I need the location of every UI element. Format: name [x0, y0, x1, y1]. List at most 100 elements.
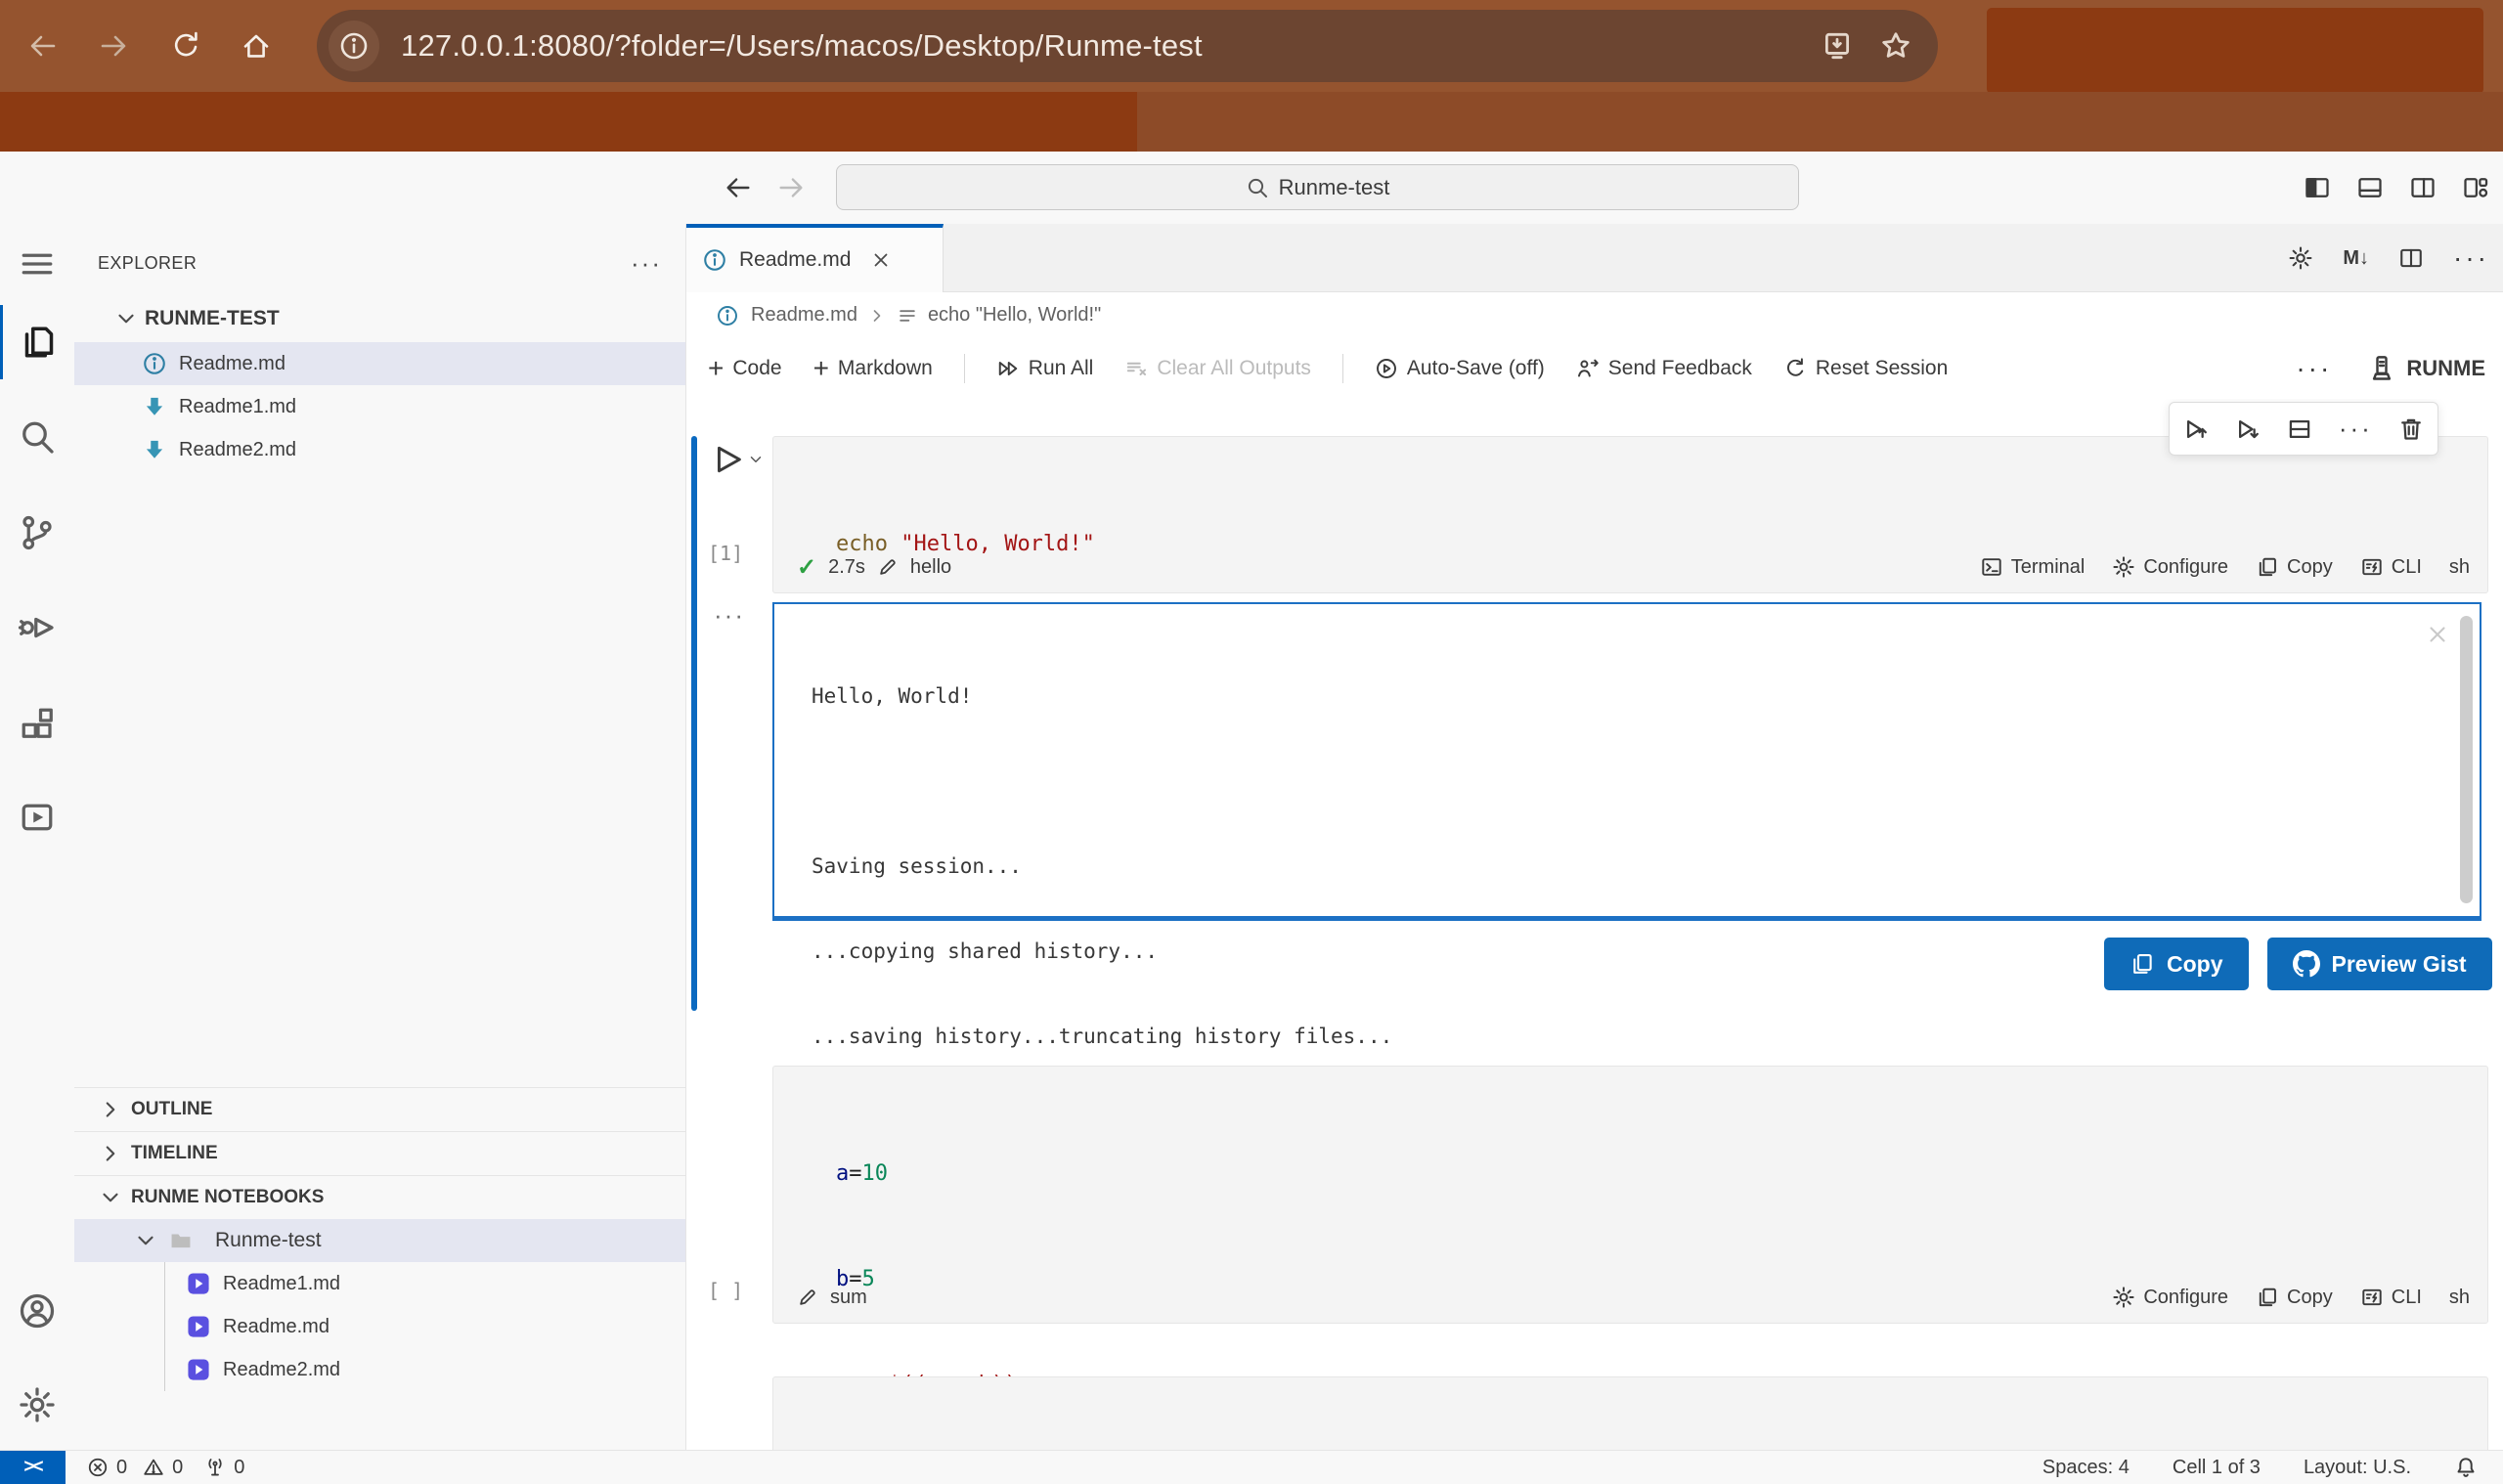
cell-language[interactable]: sh — [2449, 556, 2470, 579]
notebook-row-readme[interactable]: Readme.md — [74, 1305, 685, 1348]
keyboard-layout-indicator[interactable]: Layout: U.S. — [2304, 1457, 2411, 1479]
chevron-right-icon — [98, 1141, 123, 1166]
pencil-icon[interactable] — [797, 1287, 818, 1308]
toggle-secondary-sidebar-icon[interactable] — [2409, 174, 2437, 201]
cell-name[interactable]: sum — [830, 1287, 867, 1309]
activity-source-control[interactable] — [0, 496, 74, 570]
remote-indicator[interactable]: >< — [0, 1451, 66, 1484]
cli-button[interactable]: CLI — [2360, 1286, 2422, 1309]
bookmark-star-icon[interactable] — [1879, 29, 1912, 63]
autosave-toggle[interactable]: Auto-Save (off) — [1375, 357, 1545, 380]
menu-button[interactable] — [0, 227, 74, 301]
copy-cell-button[interactable]: Copy — [2256, 555, 2333, 579]
code-cell-2[interactable]: a=10 b=5 sum=$((a + b)) echo "Sum: $sum"… — [772, 1066, 2488, 1324]
configure-button[interactable]: Configure — [2112, 1286, 2228, 1309]
problems-indicator[interactable]: 0 0 — [87, 1457, 183, 1479]
indent-indicator[interactable]: Spaces: 4 — [2042, 1457, 2130, 1479]
activity-runme[interactable] — [0, 780, 74, 854]
explorer-more-button[interactable]: ··· — [631, 258, 662, 268]
run-cell-button[interactable] — [710, 442, 765, 477]
ports-indicator[interactable]: 0 — [204, 1457, 244, 1479]
editor-back-icon[interactable] — [724, 173, 753, 202]
copy-icon — [2130, 951, 2155, 977]
configure-button[interactable]: Configure — [2112, 555, 2228, 579]
runme-play-icon — [186, 1314, 211, 1339]
workspace-root-row[interactable]: RUNME-TEST — [74, 297, 685, 340]
output-scrollbar[interactable] — [2460, 616, 2473, 903]
customize-layout-icon[interactable] — [2462, 174, 2489, 201]
toggle-sidebar-icon[interactable] — [2304, 174, 2331, 201]
reset-session-button[interactable]: Reset Session — [1783, 357, 1948, 380]
outline-section[interactable]: OUTLINE — [74, 1088, 685, 1131]
cell-more-actions-icon[interactable]: ··· — [2339, 414, 2373, 444]
cli-button[interactable]: CLI — [2360, 555, 2422, 579]
output-more-button[interactable]: ··· — [714, 600, 745, 631]
editor-forward-icon[interactable] — [776, 173, 806, 202]
timeline-section[interactable]: TIMELINE — [74, 1132, 685, 1175]
activity-search[interactable] — [0, 400, 74, 474]
activity-extensions[interactable] — [0, 686, 74, 761]
activity-explorer[interactable] — [0, 305, 74, 379]
add-markdown-button[interactable]: + Markdown — [813, 357, 933, 380]
browser-chrome: 127.0.0.1:8080/?folder=/Users/macos/Desk… — [0, 0, 2503, 152]
gear-icon[interactable] — [2288, 245, 2313, 271]
browser-forward-button[interactable] — [92, 24, 135, 67]
file-row-readme1[interactable]: Readme1.md — [74, 385, 685, 428]
add-code-button[interactable]: + Code — [708, 357, 782, 380]
tab-readme[interactable]: Readme.md — [686, 224, 944, 292]
command-center-search[interactable]: Runme-test — [836, 164, 1799, 210]
browser-back-button[interactable] — [22, 24, 65, 67]
send-feedback-label: Send Feedback — [1608, 357, 1752, 380]
code-cell-3[interactable]: greet() { echo "Hello, $1!" — [772, 1376, 2488, 1450]
preview-gist-button[interactable]: Preview Gist — [2267, 938, 2492, 990]
bell-icon[interactable] — [2454, 1456, 2478, 1479]
cell-position-indicator[interactable]: Cell 1 of 3 — [2173, 1457, 2261, 1479]
breadcrumb-file[interactable]: Readme.md — [751, 304, 857, 327]
execute-below-icon[interactable] — [2234, 415, 2261, 443]
breadcrumb-cell[interactable]: echo "Hello, World!" — [928, 304, 1101, 327]
send-feedback-button[interactable]: Send Feedback — [1576, 357, 1752, 380]
open-as-markdown-button[interactable]: M↓ — [2343, 247, 2369, 270]
runme-notebooks-section[interactable]: RUNME NOTEBOOKS — [74, 1176, 685, 1219]
cell-name[interactable]: hello — [910, 556, 951, 579]
notebook-row-readme2[interactable]: Readme2.md — [74, 1348, 685, 1391]
pencil-icon[interactable] — [877, 556, 899, 578]
clear-outputs-button[interactable]: Clear All Outputs — [1124, 357, 1311, 380]
toggle-panel-icon[interactable] — [2356, 174, 2384, 201]
site-info-chip[interactable] — [329, 21, 379, 71]
cell-output-terminal[interactable]: Hello, World! Saving session... ...copyi… — [772, 602, 2481, 921]
copy-output-button[interactable]: Copy — [2104, 938, 2249, 990]
open-terminal-button[interactable]: Terminal — [1980, 555, 2086, 579]
execute-above-icon[interactable] — [2182, 415, 2210, 443]
chevron-down-icon[interactable] — [747, 451, 765, 468]
file-name: Readme2.md — [179, 439, 296, 461]
cell-code[interactable]: greet() { echo "Hello, $1!" — [836, 1397, 1082, 1450]
file-row-readme2[interactable]: Readme2.md — [74, 428, 685, 471]
settings-button[interactable] — [0, 1368, 74, 1442]
run-all-button[interactable]: Run All — [996, 357, 1094, 380]
toolbar-more-button[interactable]: ··· — [2296, 353, 2332, 384]
delete-cell-icon[interactable] — [2397, 415, 2425, 443]
cell-language[interactable]: sh — [2449, 1287, 2470, 1309]
split-cell-icon[interactable] — [2286, 415, 2313, 443]
browser-reload-button[interactable] — [164, 24, 207, 67]
file-row-readme[interactable]: Readme.md — [74, 342, 685, 385]
code-cell-1[interactable]: echo "Hello, World!" ✓ 2.7s hello — [772, 436, 2488, 593]
notebooks-folder-row[interactable]: Runme-test — [74, 1219, 685, 1262]
close-icon[interactable] — [870, 249, 892, 271]
url-text[interactable]: 127.0.0.1:8080/?folder=/Users/macos/Desk… — [401, 28, 1203, 64]
browser-url-bar[interactable]: 127.0.0.1:8080/?folder=/Users/macos/Desk… — [317, 10, 1938, 82]
notebook-scroll-area[interactable]: ··· [1] echo "Hello, World!" — [686, 399, 2503, 1450]
screen: 127.0.0.1:8080/?folder=/Users/macos/Desk… — [0, 0, 2503, 1484]
run-all-label: Run All — [1029, 357, 1094, 380]
notebook-row-readme1[interactable]: Readme1.md — [74, 1262, 685, 1305]
copy-cell-button[interactable]: Copy — [2256, 1286, 2333, 1309]
more-actions-icon[interactable]: ··· — [2453, 242, 2489, 274]
activity-run-debug[interactable] — [0, 590, 74, 665]
close-output-icon[interactable] — [2425, 622, 2450, 647]
browser-home-button[interactable] — [235, 24, 278, 67]
install-app-icon[interactable] — [1821, 29, 1854, 63]
split-editor-icon[interactable] — [2398, 245, 2424, 271]
account-button[interactable] — [0, 1274, 74, 1348]
preview-gist-label: Preview Gist — [2332, 951, 2467, 978]
